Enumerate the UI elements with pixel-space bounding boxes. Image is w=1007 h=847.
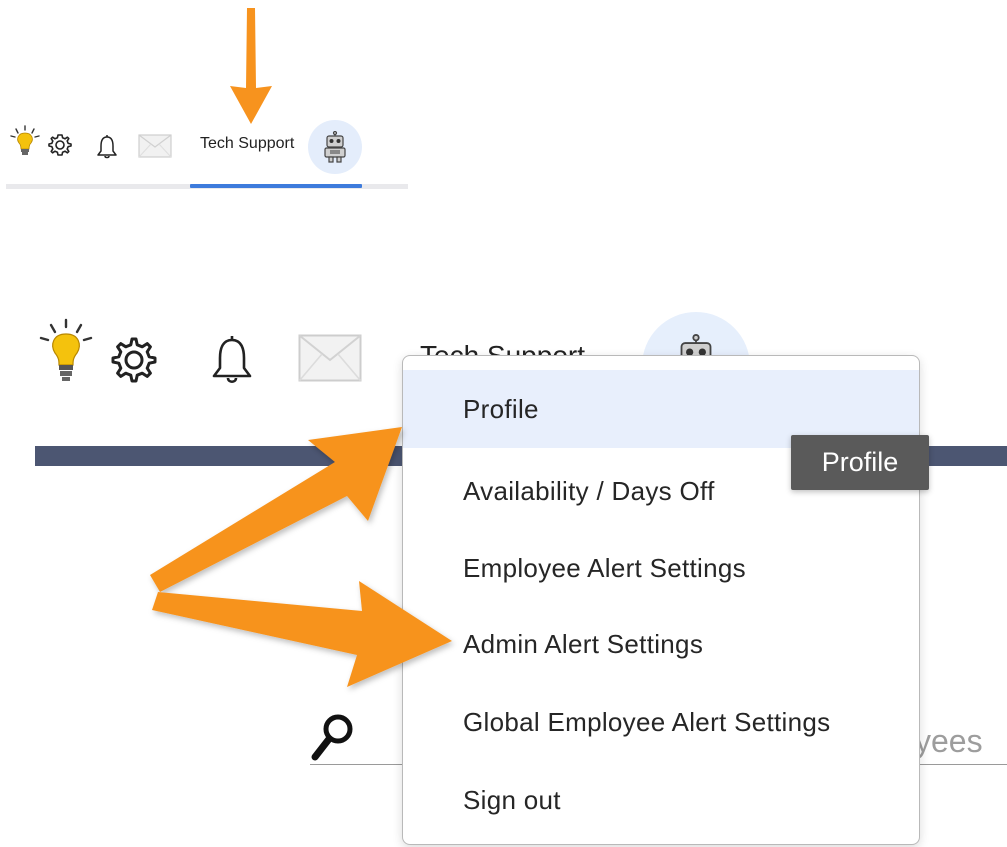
menu-item-label: Global Employee Alert Settings	[463, 706, 831, 737]
gear-icon[interactable]	[48, 133, 72, 157]
search-input-placeholder[interactable]: yees	[915, 723, 983, 760]
user-menu-dropdown: Profile Availability / Days Off Employee…	[402, 355, 920, 845]
profile-tooltip: Profile	[791, 435, 929, 490]
mail-icon[interactable]	[298, 334, 362, 382]
search-icon[interactable]	[310, 712, 356, 762]
active-tab-underline	[190, 184, 362, 188]
user-name-label[interactable]: Tech Support	[200, 135, 294, 153]
lightbulb-icon[interactable]	[8, 124, 44, 160]
menu-item-global-employee-alert-settings[interactable]: Global Employee Alert Settings	[403, 683, 919, 761]
menu-item-label: Availability / Days Off	[463, 475, 715, 506]
menu-item-label: Admin Alert Settings	[463, 628, 704, 659]
mail-icon[interactable]	[138, 134, 172, 158]
menu-item-sign-out[interactable]: Sign out	[403, 761, 919, 839]
robot-avatar-icon	[324, 131, 346, 163]
bell-icon[interactable]	[95, 134, 119, 160]
bell-icon[interactable]	[207, 334, 257, 386]
menu-item-employee-alert-settings[interactable]: Employee Alert Settings	[403, 529, 919, 607]
menu-item-label: Employee Alert Settings	[463, 552, 746, 583]
gear-icon[interactable]	[110, 336, 158, 384]
menu-item-label: Sign out	[463, 784, 561, 815]
menu-item-admin-alert-settings[interactable]: Admin Alert Settings	[403, 605, 919, 683]
lightbulb-icon[interactable]	[38, 318, 98, 386]
user-avatar[interactable]	[308, 120, 362, 174]
menu-item-label: Profile	[463, 393, 539, 424]
header-preview: Tech Support	[0, 0, 1007, 200]
